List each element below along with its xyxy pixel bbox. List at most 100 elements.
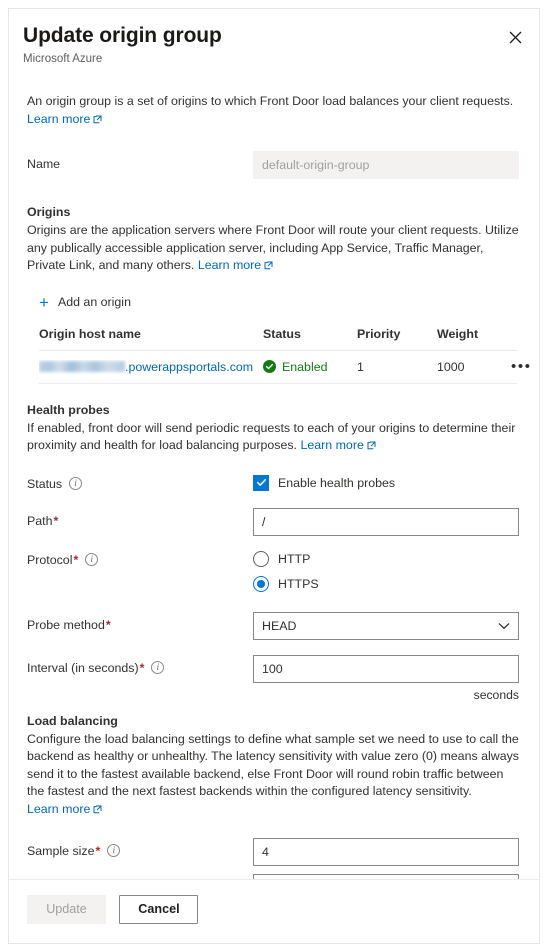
add-an-origin-button[interactable]: + Add an origin — [39, 294, 131, 311]
load-balancing-learn-more-label: Learn more — [27, 801, 91, 816]
intro-text: An origin group is a set of origins to w… — [27, 94, 514, 108]
radio-circle-selected — [253, 575, 269, 592]
name-input[interactable] — [253, 151, 519, 179]
protocol-label: Protocol — [27, 552, 73, 567]
required-asterisk: * — [139, 660, 145, 675]
path-row: Path* — [27, 507, 519, 536]
path-input[interactable] — [253, 507, 519, 536]
protocol-label-wrap: Protocol* — [27, 551, 253, 569]
health-probes-heading: Health probes — [27, 402, 110, 417]
latency-sensitivity-unit-label: milliseconds — [253, 943, 519, 944]
cell-weight: 1000 — [437, 359, 465, 374]
info-icon[interactable] — [85, 552, 99, 566]
origins-learn-more-label: Learn more — [197, 258, 262, 272]
radio-option-http[interactable]: HTTP — [253, 550, 519, 567]
status-field-wrap: Enable health probes — [253, 474, 519, 491]
health-probes-learn-more-label: Learn more — [300, 438, 364, 452]
external-link-icon — [93, 802, 102, 820]
cell-origin-host-name: .powerappsportals.com — [39, 360, 263, 374]
panel-content: Update origin group Microsoft Azure An o… — [9, 9, 539, 938]
info-icon[interactable] — [151, 660, 165, 674]
interval-field-wrap: seconds — [253, 654, 519, 702]
protocol-row: Protocol* HTTP HTTPS — [27, 550, 519, 592]
probe-method-label: Probe method — [27, 617, 105, 632]
status-badge: Enabled — [282, 359, 328, 374]
origin-host-suffix: .powerappsportals.com — [125, 359, 254, 374]
status-label: Status — [27, 476, 63, 491]
health-probes-section: Health probes If enabled, front door wil… — [9, 401, 539, 702]
page-title: Update origin group — [23, 24, 222, 47]
origins-heading: Origins — [27, 205, 71, 219]
more-options-icon[interactable]: ••• — [509, 358, 532, 375]
health-probes-learn-more-link[interactable]: Learn more — [300, 438, 376, 452]
interval-label-wrap: Interval (in seconds)* — [27, 655, 253, 677]
external-link-icon — [264, 258, 273, 276]
interval-row: Interval (in seconds)* seconds — [27, 654, 519, 702]
interval-unit-label: seconds — [473, 687, 519, 702]
origins-description-block: Origins are the application servers wher… — [27, 222, 519, 276]
probe-method-row: Probe method* HEAD — [27, 611, 519, 640]
intro-section: An origin group is a set of origins to w… — [9, 93, 539, 179]
probe-method-field-wrap: HEAD — [253, 611, 519, 640]
check-circle-icon — [263, 360, 276, 373]
plus-icon: + — [39, 292, 49, 312]
required-asterisk: * — [53, 513, 59, 528]
column-header-priority: Priority — [357, 326, 401, 341]
intro-learn-more-link[interactable]: Learn more — [27, 112, 102, 126]
update-origin-group-panel: Update origin group Microsoft Azure An o… — [8, 8, 540, 944]
table-row[interactable]: .powerappsportals.com Enabled 1 1000 ••• — [39, 349, 530, 384]
sample-size-label-wrap: Sample size* — [27, 838, 253, 860]
column-header-status: Status — [263, 326, 301, 341]
info-icon[interactable] — [107, 844, 121, 857]
panel-header: Update origin group Microsoft Azure — [9, 9, 539, 67]
name-field-wrap — [253, 151, 519, 179]
required-asterisk: * — [105, 617, 111, 632]
radio-label-http: HTTP — [278, 551, 311, 566]
load-balancing-learn-more-link[interactable]: Learn more — [27, 802, 102, 816]
add-an-origin-label: Add an origin — [57, 295, 131, 309]
load-balancing-description-block: Configure the load balancing settings to… — [27, 731, 519, 820]
radio-circle — [253, 550, 269, 567]
redacted-hostname-blur — [39, 361, 125, 372]
page-subtitle: Microsoft Azure — [23, 53, 103, 65]
required-asterisk: * — [95, 844, 101, 858]
cell-status: Enabled — [263, 360, 357, 374]
table-header-row: Origin host name Status Priority Weight — [39, 323, 517, 350]
cell-actions: ••• — [509, 358, 532, 376]
external-link-icon — [367, 438, 376, 456]
sample-size-row: Sample size* — [27, 838, 519, 866]
sample-size-input[interactable] — [253, 838, 519, 866]
cell-priority: 1 — [357, 359, 364, 374]
column-header-origin-host-name: Origin host name — [39, 326, 141, 341]
protocol-field-wrap: HTTP HTTPS — [253, 550, 519, 592]
origins-learn-more-link[interactable]: Learn more — [198, 258, 273, 272]
sample-size-label: Sample size — [27, 844, 95, 858]
name-row: Name — [27, 151, 519, 179]
path-field-wrap — [253, 507, 519, 536]
path-label: Path — [27, 513, 53, 528]
load-balancing-description: Configure the load balancing settings to… — [27, 731, 519, 799]
health-probes-description: If enabled, front door will send periodi… — [27, 420, 516, 453]
close-icon[interactable] — [501, 23, 529, 51]
info-icon[interactable] — [69, 476, 83, 490]
external-link-icon — [93, 112, 102, 130]
radio-label-https: HTTPS — [278, 576, 319, 591]
health-probes-description-block: If enabled, front door will send periodi… — [27, 420, 519, 456]
origins-section: Origins Origins are the application serv… — [9, 203, 539, 384]
status-row: Status Enable health probes — [27, 474, 519, 493]
path-label-wrap: Path* — [27, 508, 253, 530]
intro-text-block: An origin group is a set of origins to w… — [27, 93, 519, 129]
interval-input[interactable] — [253, 654, 519, 683]
panel-footer: Update Cancel — [9, 879, 539, 943]
status-label-wrap: Status — [27, 475, 253, 493]
probe-method-dropdown[interactable]: HEAD — [253, 611, 519, 640]
update-button[interactable]: Update — [27, 895, 106, 924]
enable-health-probes-label: Enable health probes — [278, 475, 396, 490]
radio-option-https[interactable]: HTTPS — [253, 575, 519, 592]
name-label: Name — [27, 157, 61, 171]
sample-size-field-wrap — [253, 838, 519, 866]
cancel-button[interactable]: Cancel — [119, 895, 199, 924]
enable-health-probes-checkbox[interactable]: Enable health probes — [253, 474, 519, 491]
intro-learn-more-label: Learn more — [27, 111, 91, 126]
column-header-weight: Weight — [437, 326, 479, 341]
